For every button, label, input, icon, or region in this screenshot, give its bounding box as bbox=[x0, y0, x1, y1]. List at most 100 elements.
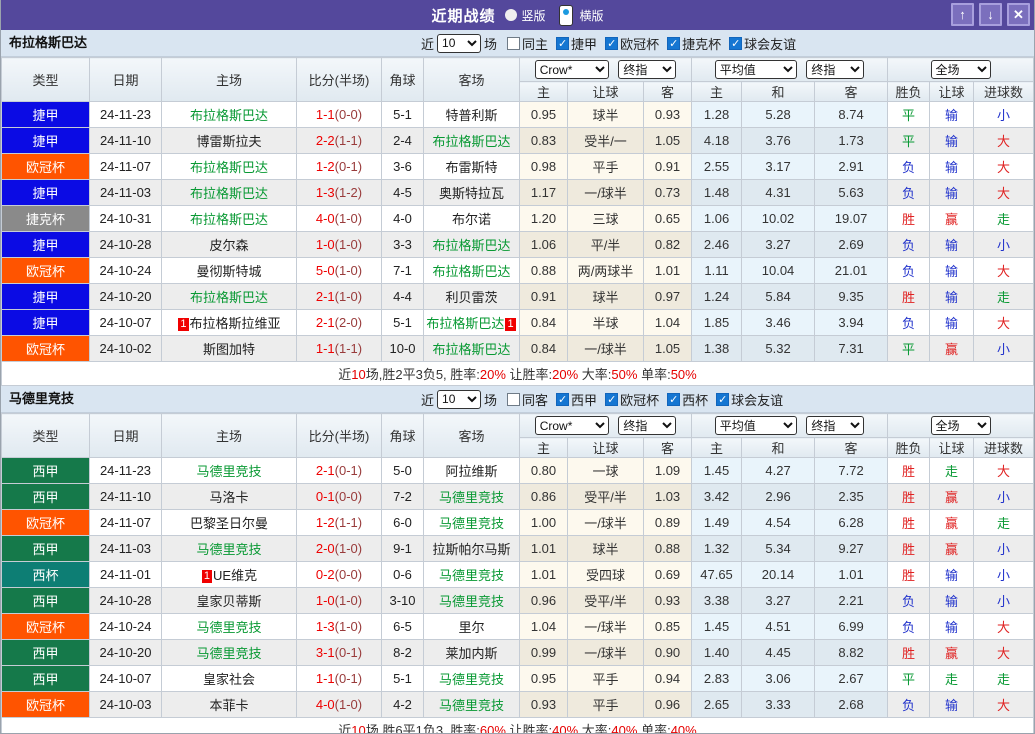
league-label: 西甲 bbox=[571, 392, 598, 408]
radio-icon[interactable] bbox=[505, 9, 518, 21]
league-checkbox[interactable] bbox=[556, 392, 570, 406]
league-checkbox[interactable] bbox=[716, 392, 730, 406]
corner-cell: 5-0 bbox=[381, 457, 424, 484]
team-link: 马德里竞技 bbox=[438, 568, 504, 583]
result-cell: 胜 bbox=[887, 483, 931, 510]
corner-cell: 4-4 bbox=[381, 283, 424, 310]
result-cell: 输 bbox=[929, 153, 975, 180]
league-badge: 欧冠杯 bbox=[1, 153, 90, 180]
result-cell: 负 bbox=[887, 691, 931, 718]
away-team-cell: 利贝雷茨 bbox=[423, 283, 520, 310]
crow-odds-cell: 1.05 bbox=[642, 127, 693, 154]
radio-icon[interactable] bbox=[558, 4, 573, 26]
score-cell: 1-3(1-0) bbox=[296, 613, 382, 640]
avg-odds-cell: 9.35 bbox=[814, 283, 889, 310]
league-badge: 捷甲 bbox=[1, 283, 90, 310]
avg-stage-select[interactable]: 终指 bbox=[806, 60, 865, 79]
team-link: 马德里竞技 bbox=[438, 490, 504, 505]
away-team-cell: 阿拉维斯 bbox=[423, 457, 520, 484]
match-row: 欧冠杯 24-10-24 马德里竞技 1-3(1-0) 6-5 里尔 1.04 一/球半 0.8… bbox=[1, 613, 1034, 640]
score-cell: 2-1(1-0) bbox=[296, 283, 382, 310]
away-team-cell: 布拉格斯巴达 bbox=[423, 231, 520, 258]
avg-odds-cell: 4.27 bbox=[741, 457, 816, 484]
match-date: 24-10-20 bbox=[89, 283, 162, 310]
home-team-cell: 皇家社会 bbox=[161, 665, 297, 692]
match-row: 捷甲 24-10-28 皮尔森 1-0(1-0) 3-3 布拉格斯巴达 1.06 平/半 0.8… bbox=[1, 231, 1034, 258]
recent-count-select[interactable]: 10 bbox=[437, 389, 482, 409]
corner-cell: 6-0 bbox=[381, 509, 424, 536]
bookmaker-select[interactable]: Crow* bbox=[534, 60, 609, 79]
avg-odds-cell: 4.54 bbox=[741, 509, 816, 536]
average-select[interactable]: 平均值 bbox=[714, 60, 797, 79]
layout-horizontal-radio[interactable]: 横版 bbox=[556, 4, 604, 26]
match-date: 24-10-24 bbox=[89, 613, 162, 640]
home-team-cell: 巴黎圣日尔曼 bbox=[161, 509, 297, 536]
stage-select[interactable]: 终指 bbox=[618, 60, 677, 79]
away-team-cell: 布拉格斯巴达 bbox=[423, 127, 520, 154]
bookmaker-select[interactable]: Crow* bbox=[534, 416, 609, 435]
league-badge: 捷克杯 bbox=[1, 205, 90, 232]
col-avg-away: 客 bbox=[814, 437, 889, 458]
close-button[interactable]: ✕ bbox=[1007, 3, 1030, 26]
crow-odds-cell: 1.09 bbox=[642, 457, 693, 484]
corner-cell: 7-2 bbox=[381, 483, 424, 510]
result-cell: 小 bbox=[973, 483, 1034, 510]
crow-odds-cell: 1.17 bbox=[519, 179, 568, 206]
team-link: 马德里竞技 bbox=[196, 542, 262, 557]
crow-odds-cell: 0.83 bbox=[519, 127, 568, 154]
league-checkbox[interactable] bbox=[729, 36, 743, 50]
average-select[interactable]: 平均值 bbox=[714, 416, 797, 435]
move-up-button[interactable]: ↑ bbox=[951, 3, 974, 26]
match-date: 24-10-28 bbox=[89, 587, 162, 614]
summary-part: 40% bbox=[611, 723, 638, 734]
home-team-cell: 马德里竞技 bbox=[161, 639, 297, 666]
match-date: 24-11-01 bbox=[89, 561, 162, 588]
crow-odds-cell: 0.91 bbox=[642, 153, 693, 180]
summary-part: 大率: bbox=[578, 723, 612, 734]
corner-cell: 3-10 bbox=[381, 587, 424, 614]
away-team-cell: 特普利斯 bbox=[423, 101, 520, 128]
league-badge: 捷甲 bbox=[1, 101, 90, 128]
fulltime-select[interactable]: 全场 bbox=[930, 416, 991, 435]
filter-bar: 布拉格斯巴达 近 10 场 同主 捷甲 欧冠杯 捷克杯 球会友谊 bbox=[1, 30, 1034, 57]
stage-select[interactable]: 终指 bbox=[618, 416, 677, 435]
league-checkbox[interactable] bbox=[667, 392, 681, 406]
fulltime-select[interactable]: 全场 bbox=[930, 60, 991, 79]
home-team-cell: 布拉格斯巴达 bbox=[161, 101, 297, 128]
result-cell: 平 bbox=[887, 665, 931, 692]
move-down-button[interactable]: ↓ bbox=[979, 3, 1002, 26]
league-checkbox[interactable] bbox=[605, 392, 619, 406]
league-checkbox[interactable] bbox=[556, 36, 570, 50]
corner-cell: 3-3 bbox=[381, 231, 424, 258]
match-date: 24-10-07 bbox=[89, 309, 162, 336]
avg-stage-select[interactable]: 终指 bbox=[806, 416, 865, 435]
avg-odds-cell: 4.51 bbox=[741, 613, 816, 640]
crow-odds-cell: 平手 bbox=[567, 691, 644, 718]
avg-odds-cell: 5.63 bbox=[814, 179, 889, 206]
result-cell: 输 bbox=[929, 101, 975, 128]
col-home: 主场 bbox=[161, 413, 297, 458]
col-score: 比分(半场) bbox=[296, 413, 382, 458]
recent-count-select[interactable]: 10 bbox=[437, 33, 482, 53]
crow-odds-cell: 一/球半 bbox=[567, 509, 644, 536]
avg-odds-cell: 1.06 bbox=[691, 205, 743, 232]
avg-odds-cell: 1.48 bbox=[691, 179, 743, 206]
avg-odds-cell: 4.31 bbox=[741, 179, 816, 206]
match-row: 捷甲 24-11-03 布拉格斯巴达 1-3(1-2) 4-5 奥斯特拉瓦 1.17 一/球半… bbox=[1, 179, 1034, 206]
result-cell: 赢 bbox=[929, 483, 975, 510]
league-badge: 西甲 bbox=[1, 587, 90, 614]
col-avg-away: 客 bbox=[814, 81, 889, 102]
avg-odds-cell: 3.06 bbox=[741, 665, 816, 692]
away-team-cell: 布拉格斯巴达 bbox=[423, 257, 520, 284]
same-venue-checkbox[interactable] bbox=[507, 36, 521, 50]
col-goals: 进球数 bbox=[973, 437, 1034, 458]
layout-vertical-radio[interactable]: 竖版 bbox=[505, 7, 546, 24]
crow-odds-cell: 一/球半 bbox=[567, 613, 644, 640]
same-venue-checkbox[interactable] bbox=[507, 392, 521, 406]
league-checkbox[interactable] bbox=[667, 36, 681, 50]
league-checkbox[interactable] bbox=[605, 36, 619, 50]
match-date: 24-11-07 bbox=[89, 153, 162, 180]
crow-odds-cell: 1.04 bbox=[519, 613, 568, 640]
home-team-cell: 布拉格斯巴达 bbox=[161, 179, 297, 206]
team-link: 布拉格斯巴达 bbox=[189, 186, 268, 201]
